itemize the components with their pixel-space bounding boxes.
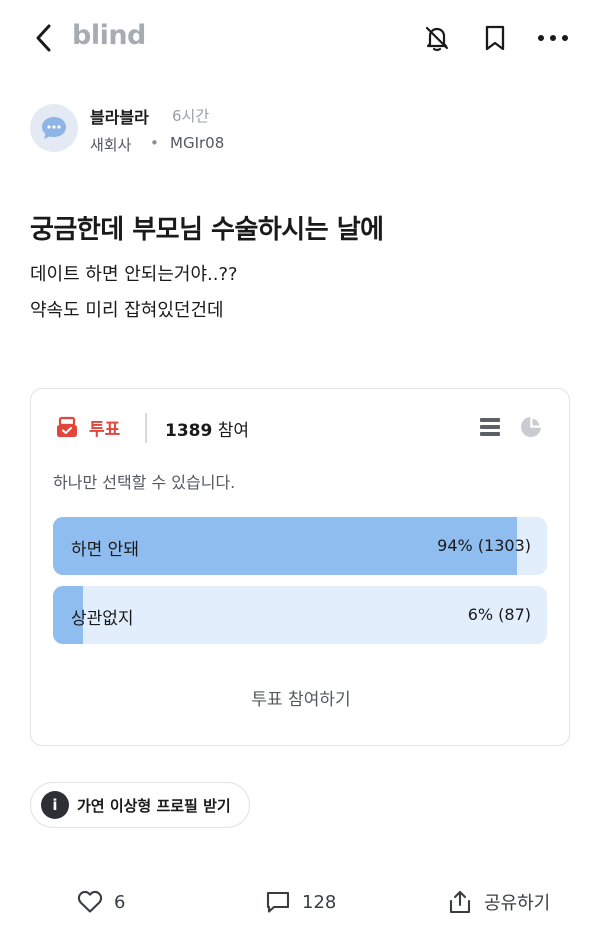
post-time: 6시간 bbox=[172, 107, 210, 125]
author-name[interactable]: 블라블라 bbox=[90, 104, 149, 128]
author-info: 블라블라 6시간 새회사 • MGIr08 bbox=[30, 104, 430, 154]
post-body-line: 데이트 하면 안되는거야..?? bbox=[30, 264, 238, 285]
poll-option[interactable]: 하면 안돼 94% (1303) bbox=[53, 517, 547, 575]
share-icon bbox=[449, 890, 471, 914]
poll-hint: 하나만 선택할 수 있습니다. bbox=[53, 473, 236, 492]
author-company[interactable]: 새회사 bbox=[90, 134, 131, 155]
participant-count: 1389 bbox=[165, 421, 213, 441]
notification-off-button[interactable] bbox=[419, 20, 455, 56]
avatar[interactable] bbox=[30, 104, 78, 152]
profile-chip-label: 가연 이상형 프로필 받기 bbox=[77, 796, 231, 815]
share-button[interactable]: 공유하기 bbox=[446, 888, 550, 916]
profile-chip-button[interactable]: i 가연 이상형 프로필 받기 bbox=[30, 782, 250, 828]
poll-label: 투표 bbox=[89, 420, 121, 440]
like-button[interactable]: 6 bbox=[76, 888, 125, 916]
post-actions: 6 128 공유하기 bbox=[0, 880, 600, 924]
heart-icon bbox=[77, 890, 103, 913]
poll-card: 투표 1389 참여 하나만 선택할 수 있습니다. 하면 안돼 94% (13… bbox=[30, 388, 570, 746]
participant-suffix: 참여 bbox=[217, 421, 250, 441]
ballot-box-icon bbox=[57, 416, 77, 437]
post-title: 궁금한데 부모님 수술하시는 날에 bbox=[30, 215, 384, 245]
bookmark-button[interactable] bbox=[477, 20, 513, 56]
poll-participants: 1389 참여 bbox=[165, 416, 249, 441]
meta-separator: • bbox=[150, 134, 159, 152]
chevron-left-icon bbox=[36, 24, 51, 52]
bell-off-icon bbox=[425, 26, 449, 52]
list-view-icon[interactable] bbox=[479, 416, 501, 438]
comment-count: 128 bbox=[302, 891, 337, 913]
pie-chart-icon[interactable] bbox=[519, 415, 543, 439]
app-logo: blind bbox=[72, 20, 146, 51]
poll-option-result: 6% (87) bbox=[467, 605, 531, 624]
post-body-line: 약속도 미리 잡혀있던건데 bbox=[30, 300, 224, 321]
more-options-button[interactable] bbox=[535, 20, 571, 56]
info-icon: i bbox=[41, 791, 69, 819]
author-nickname: MGIr08 bbox=[170, 134, 225, 152]
poll-option-label: 하면 안돼 bbox=[71, 540, 139, 560]
poll-option-result: 94% (1303) bbox=[437, 536, 531, 555]
top-bar: blind bbox=[0, 0, 600, 76]
back-button[interactable] bbox=[28, 20, 58, 56]
post-body: 데이트 하면 안되는거야..?? 약속도 미리 잡혀있던건데 bbox=[30, 262, 238, 334]
more-horizontal-icon bbox=[538, 35, 568, 41]
poll-option-label: 상관없지 bbox=[71, 609, 134, 629]
comment-button[interactable]: 128 bbox=[264, 888, 336, 916]
chat-bubble-icon bbox=[42, 117, 66, 139]
poll-submit-button[interactable]: 투표 참여하기 bbox=[31, 685, 571, 710]
header-divider bbox=[145, 413, 147, 443]
share-label: 공유하기 bbox=[484, 893, 551, 914]
bookmark-icon bbox=[485, 25, 505, 51]
like-count: 6 bbox=[114, 891, 126, 913]
poll-header: 투표 1389 참여 bbox=[53, 413, 553, 443]
comment-icon bbox=[266, 891, 290, 913]
poll-option[interactable]: 상관없지 6% (87) bbox=[53, 586, 547, 644]
